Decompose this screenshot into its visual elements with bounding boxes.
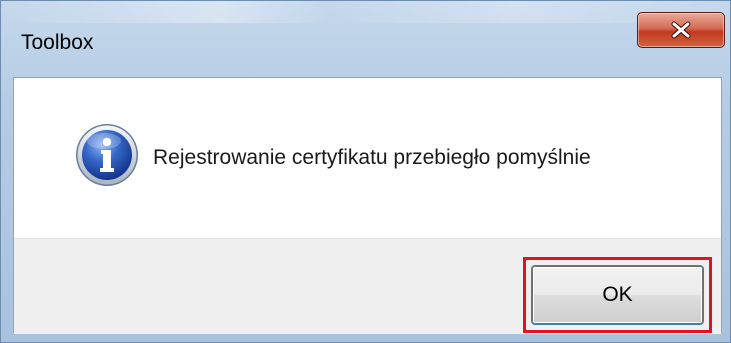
dialog-window: Toolbox Rejestrowanie certyfikatu przebi… (0, 0, 731, 343)
title-bar[interactable]: Toolbox (1, 1, 730, 77)
close-button[interactable] (637, 12, 725, 48)
button-bar: OK (14, 238, 721, 334)
ok-button-highlight: OK (523, 257, 712, 333)
info-icon (76, 124, 138, 186)
dialog-body: Rejestrowanie certyfikatu przebiegło pom… (13, 77, 722, 334)
message-area: Rejestrowanie certyfikatu przebiegło pom… (14, 78, 721, 238)
ok-button[interactable]: OK (532, 266, 703, 324)
dialog-message: Rejestrowanie certyfikatu przebiegło pom… (153, 146, 591, 169)
close-icon (671, 21, 691, 39)
window-title: Toolbox (21, 31, 94, 54)
